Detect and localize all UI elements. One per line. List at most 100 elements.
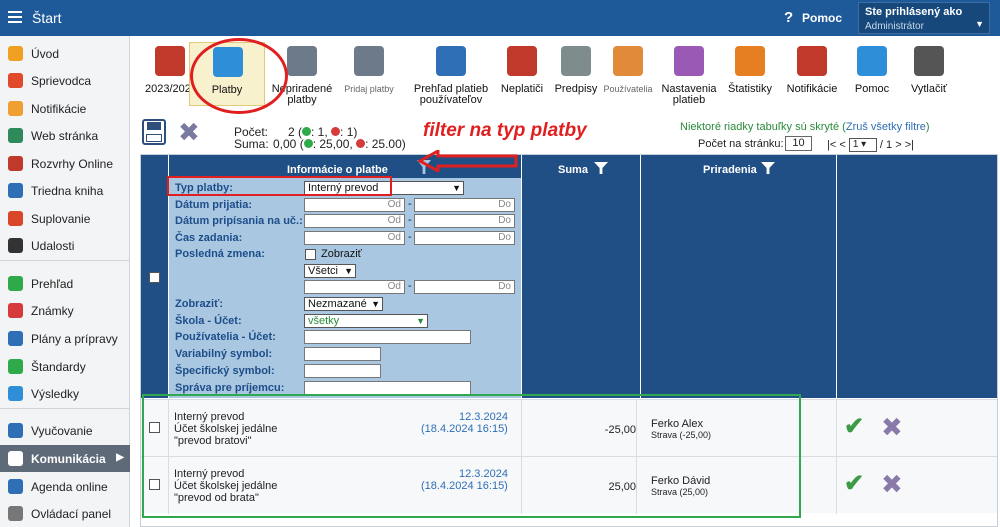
filter-panel: Typ platby: Interný prevod ▼ Dátum prijat… bbox=[169, 178, 521, 398]
select-all-checkbox[interactable] bbox=[149, 272, 160, 283]
sidebar-item-9[interactable]: Známky bbox=[0, 297, 130, 324]
filter-icon[interactable] bbox=[594, 162, 608, 174]
date-received-to[interactable]: Do bbox=[414, 198, 515, 212]
sidebar-item-4[interactable]: Rozvrhy Online bbox=[0, 150, 130, 177]
specific-symbol-input[interactable] bbox=[304, 364, 381, 378]
sidebar-item-14[interactable]: Komunikácia ▶ bbox=[0, 445, 130, 472]
sidebar-item-label: Ovládací panel bbox=[31, 507, 112, 521]
sidebar-item-11[interactable]: Štandardy bbox=[0, 353, 130, 380]
summary-bar: ✖ Počet: 2 (: 1, : 1) Suma: 0,00 (: 25,0… bbox=[131, 114, 1000, 154]
last-page-link[interactable]: >| bbox=[905, 139, 914, 151]
school-label: Škola - Účet: bbox=[175, 315, 242, 327]
tools-icon[interactable]: ✖ bbox=[881, 469, 903, 499]
sidebar-item-15[interactable]: Agenda online bbox=[0, 473, 130, 500]
first-page-link[interactable]: |< bbox=[827, 139, 836, 151]
toolbar-item-0[interactable]: 2023/2024 bbox=[145, 42, 197, 106]
calendar-icon bbox=[155, 46, 185, 76]
variable-symbol-input[interactable] bbox=[304, 347, 381, 361]
help-link[interactable]: Pomoc bbox=[802, 11, 842, 25]
toolbar-label: Pomoc bbox=[854, 83, 890, 95]
time-entered-from[interactable]: Od bbox=[304, 231, 405, 245]
check-circle-icon bbox=[8, 276, 23, 291]
sidebar-item-2[interactable]: Notifikácie bbox=[0, 95, 130, 122]
sidebar-item-3[interactable]: Web stránka bbox=[0, 122, 130, 149]
gear-icon bbox=[8, 506, 23, 521]
chevron-right-icon: ▶ bbox=[116, 452, 124, 463]
time-entered-to[interactable]: Do bbox=[414, 231, 515, 245]
checkmark-icon[interactable]: ✔ bbox=[844, 469, 864, 498]
toolbar-label: Notifikácie bbox=[786, 83, 838, 95]
annotation-text: filter na typ platby bbox=[423, 120, 587, 141]
last-change-to[interactable]: Do bbox=[414, 280, 515, 294]
page-select[interactable]: 1 ▾ bbox=[848, 138, 877, 152]
plus-icon bbox=[303, 139, 313, 148]
toolbar-item-8[interactable]: Nastavenia platieb bbox=[658, 42, 720, 106]
phone-icon bbox=[797, 46, 827, 76]
actions-column-header bbox=[837, 155, 997, 398]
date-credited-from[interactable]: Od bbox=[304, 214, 405, 228]
toolbar-item-11[interactable]: Pomoc bbox=[850, 42, 894, 106]
toolbar-label: Neplatiči bbox=[500, 83, 544, 95]
toolbar-label: Pridaj platby bbox=[344, 84, 394, 94]
prev-page-link[interactable]: < bbox=[839, 139, 845, 151]
sidebar-item-6[interactable]: Suplovanie bbox=[0, 205, 130, 232]
sidebar-item-label: Rozvrhy Online bbox=[31, 157, 114, 171]
toolbar-item-10[interactable]: Notifikácie bbox=[778, 42, 846, 106]
toolbar-item-4[interactable]: Prehľad platieb používateľov bbox=[407, 42, 495, 106]
per-page-input[interactable]: 10 bbox=[785, 136, 812, 151]
save-icon[interactable] bbox=[142, 119, 166, 145]
date-received-from[interactable]: Od bbox=[304, 198, 405, 212]
sum-column-header: Suma bbox=[522, 155, 640, 398]
reset-filters-link[interactable]: Zruš všetky filtre bbox=[846, 121, 926, 133]
sidebar-item-7[interactable]: Udalosti bbox=[0, 232, 130, 259]
hamburger-menu-icon[interactable] bbox=[8, 11, 22, 23]
help-icon[interactable]: ? bbox=[784, 9, 793, 26]
tools-icon[interactable]: ✖ bbox=[178, 117, 200, 147]
sidebar-item-label: Sprievodca bbox=[31, 74, 92, 88]
date-credited-to[interactable]: Do bbox=[414, 214, 515, 228]
message-input[interactable] bbox=[304, 381, 471, 395]
chevron-down-icon: ▼ bbox=[975, 19, 984, 29]
range-dash: - bbox=[408, 280, 412, 292]
sidebar-item-10[interactable]: Plány a prípravy bbox=[0, 325, 130, 352]
assignment-column-title: Priradenia bbox=[703, 164, 757, 176]
plus-icon bbox=[302, 127, 312, 136]
toolbar-item-7[interactable]: Používatelia bbox=[603, 42, 653, 106]
show-checkbox[interactable] bbox=[305, 249, 316, 260]
next-page-link[interactable]: > bbox=[895, 139, 901, 151]
toolbar-item-12[interactable]: Vytlačiť bbox=[903, 42, 955, 106]
cell-divider bbox=[836, 457, 837, 514]
toolbar-label: Vytlačiť bbox=[910, 83, 948, 95]
sidebar-item-12[interactable]: Výsledky bbox=[0, 380, 130, 407]
toolbar-label: Štatistiky bbox=[727, 83, 772, 95]
toolbar-item-3[interactable]: Pridaj platby bbox=[339, 42, 399, 106]
sidebar-item-16[interactable]: Ovládací panel bbox=[0, 500, 130, 527]
display-select[interactable]: Nezmazané ▼ bbox=[304, 297, 383, 311]
school-select[interactable]: všetky ▼ bbox=[304, 314, 428, 328]
range-dash: - bbox=[408, 231, 412, 243]
toolbar-item-9[interactable]: Štatistiky bbox=[725, 42, 775, 106]
last-change-select[interactable]: Všetci ▼ bbox=[304, 264, 356, 278]
page-total: / 1 bbox=[879, 138, 893, 151]
last-change-from[interactable]: Od bbox=[304, 280, 405, 294]
cog-icon bbox=[674, 46, 704, 76]
user-menu[interactable]: Ste prihlásený ako Administrátor ▼ bbox=[858, 2, 990, 34]
sidebar-item-1[interactable]: Sprievodca bbox=[0, 67, 130, 94]
top-bar: Štart ? Pomoc Ste prihlásený ako Adminis… bbox=[0, 0, 1000, 36]
toolbar-item-6[interactable]: Predpisy bbox=[554, 42, 598, 106]
sidebar-item-5[interactable]: Triedna kniha bbox=[0, 177, 130, 204]
users-input[interactable] bbox=[304, 330, 471, 344]
toolbar-item-5[interactable]: Neplatiči bbox=[496, 42, 548, 106]
sidebar-item-8[interactable]: Prehľad bbox=[0, 270, 130, 297]
person-icon bbox=[8, 211, 23, 226]
sidebar-divider bbox=[0, 408, 130, 409]
money-bag-plus-icon bbox=[354, 46, 384, 76]
checkmark-icon[interactable]: ✔ bbox=[844, 412, 864, 441]
sum-label: Suma: bbox=[234, 137, 269, 151]
shield-icon bbox=[8, 359, 23, 374]
user-icon bbox=[613, 46, 643, 76]
tools-icon[interactable]: ✖ bbox=[881, 412, 903, 442]
filter-icon[interactable] bbox=[761, 162, 775, 174]
sidebar-item-13[interactable]: Vyučovanie bbox=[0, 417, 130, 444]
sidebar-item-0[interactable]: Úvod bbox=[0, 40, 130, 67]
